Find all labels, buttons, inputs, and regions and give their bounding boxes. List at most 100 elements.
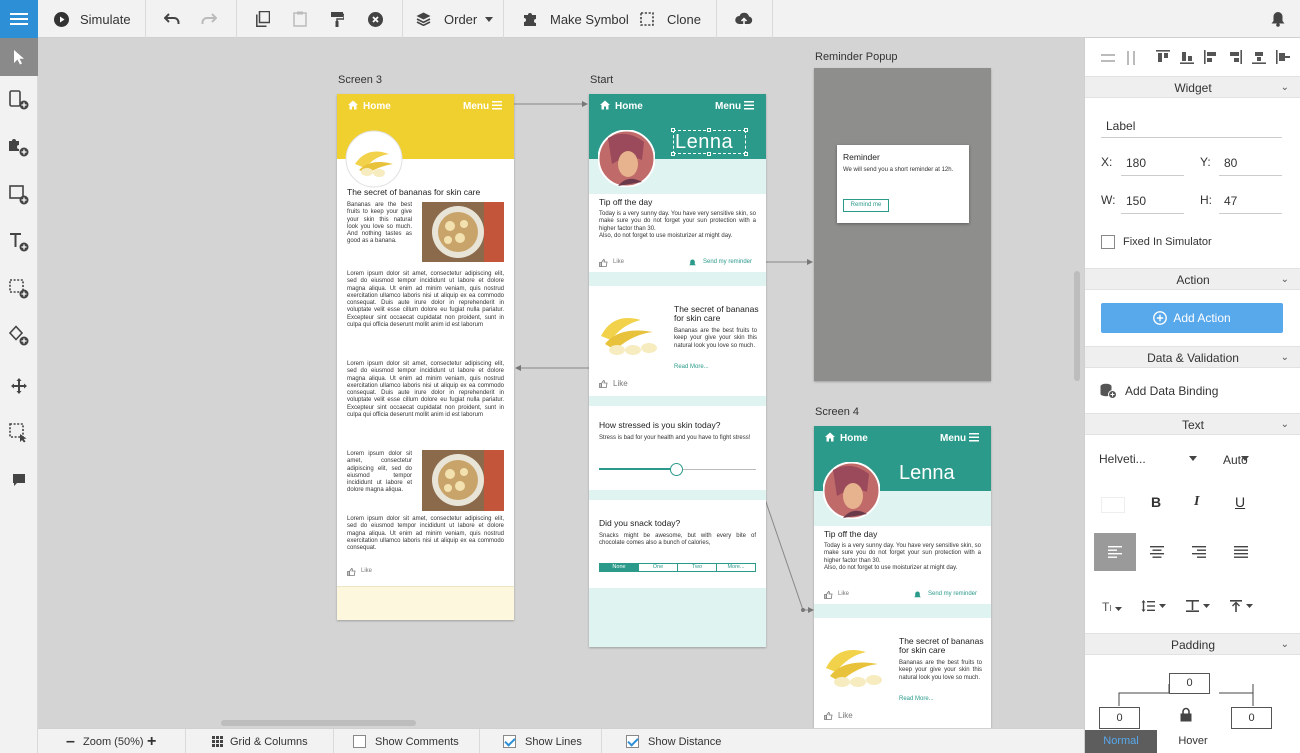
distribute-vertical-icon[interactable] xyxy=(1125,51,1137,65)
distribute-horizontal-icon[interactable] xyxy=(1101,52,1115,64)
divider xyxy=(1219,175,1282,176)
like-button[interactable]: Like xyxy=(361,568,372,574)
remind-me-button[interactable]: Remind me xyxy=(843,199,889,212)
widget-section-header[interactable]: Widget ⌄ xyxy=(1085,76,1300,98)
data-header-label: Data & Validation xyxy=(1147,351,1239,365)
underline-button[interactable]: U xyxy=(1235,494,1245,510)
read-more-link[interactable]: Read More... xyxy=(674,364,709,370)
x-input[interactable]: 180 xyxy=(1126,156,1146,170)
menu-icon xyxy=(744,101,754,110)
properties-panel: Widget ⌄ Label X: 180 Y: 80 W: 150 H: 47 … xyxy=(1084,38,1300,753)
line-height-dropdown[interactable] xyxy=(1141,600,1166,612)
show-comments-toggle[interactable]: Show Comments xyxy=(353,729,459,753)
align-left-text-button[interactable] xyxy=(1094,533,1136,571)
widget-label-field[interactable]: Label xyxy=(1106,119,1135,133)
text-align-center-icon[interactable] xyxy=(1150,546,1164,558)
show-lines-checkbox[interactable] xyxy=(503,735,516,748)
home-link[interactable]: Home xyxy=(615,101,643,112)
add-action-label: Add Action xyxy=(1173,311,1231,325)
show-distance-checkbox[interactable] xyxy=(626,735,639,748)
text-justify-icon[interactable] xyxy=(1234,546,1248,558)
padding-top-input[interactable]: 0 xyxy=(1169,673,1210,694)
text-section-header[interactable]: Text ⌄ xyxy=(1085,413,1300,435)
home-link[interactable]: Home xyxy=(840,433,868,444)
reminder-popup-screen[interactable]: Reminder We will send you a short remind… xyxy=(814,68,991,381)
tip-title: Tip off the day xyxy=(599,197,653,207)
padding-right-input[interactable]: 0 xyxy=(1231,707,1272,729)
padding-left-input[interactable]: 0 xyxy=(1099,707,1140,729)
y-input[interactable]: 80 xyxy=(1224,156,1237,170)
show-lines-toggle[interactable]: Show Lines xyxy=(503,729,582,753)
alignment-toolbar xyxy=(1085,38,1300,78)
resize-handle[interactable] xyxy=(707,128,711,132)
w-input[interactable]: 150 xyxy=(1126,194,1146,208)
vertical-align-dropdown[interactable] xyxy=(1186,600,1210,612)
screen3[interactable]: Home Menu The secret of bananas for skin… xyxy=(337,94,514,620)
like-button[interactable]: Like xyxy=(613,259,624,265)
lock-icon[interactable] xyxy=(1180,707,1192,722)
menu-icon xyxy=(969,433,979,442)
resize-handle[interactable] xyxy=(671,128,675,132)
tab-normal[interactable]: Normal xyxy=(1085,730,1157,753)
chevron-down-icon: ⌄ xyxy=(1280,639,1289,650)
segment-two[interactable]: Two xyxy=(677,564,716,571)
h-input[interactable]: 47 xyxy=(1224,194,1237,208)
resize-handle[interactable] xyxy=(671,152,675,156)
fixed-in-simulator-checkbox[interactable] xyxy=(1101,235,1115,249)
read-more-link[interactable]: Read More... xyxy=(899,696,934,702)
menu-link[interactable]: Menu xyxy=(940,433,966,444)
banana-text: Bananas are the best fruits to keep your… xyxy=(899,660,982,681)
segment-none[interactable]: None xyxy=(600,564,638,571)
segment-more[interactable]: More... xyxy=(716,564,755,571)
font-family-select[interactable]: Helveti... xyxy=(1099,452,1146,466)
like-button[interactable]: Like xyxy=(838,591,849,597)
data-validation-section-header[interactable]: Data & Validation ⌄ xyxy=(1085,346,1300,368)
italic-button[interactable]: I xyxy=(1194,494,1199,510)
selected-name-label[interactable]: Lenna xyxy=(673,130,746,154)
resize-handle[interactable] xyxy=(744,152,748,156)
send-reminder-link[interactable]: Send my reminder xyxy=(928,591,977,597)
text-transform-dropdown[interactable]: TI xyxy=(1102,600,1122,614)
align-center-horizontal-icon[interactable] xyxy=(1276,50,1290,64)
menu-link[interactable]: Menu xyxy=(463,101,489,112)
add-data-binding-link[interactable]: Add Data Binding xyxy=(1125,384,1218,398)
action-section-header[interactable]: Action ⌄ xyxy=(1085,268,1300,290)
resize-handle[interactable] xyxy=(707,152,711,156)
like-button[interactable]: Like xyxy=(613,379,628,388)
bold-button[interactable]: B xyxy=(1151,494,1161,510)
tab-hover[interactable]: Hover xyxy=(1157,730,1229,753)
snack-card: Did you snack today? Snacks might be awe… xyxy=(589,500,766,588)
screen3-label: Screen 3 xyxy=(338,74,383,86)
tip-card: Tip off the day Today is a very sunny da… xyxy=(589,194,766,272)
segment-one[interactable]: One xyxy=(638,564,677,571)
menu-link[interactable]: Menu xyxy=(715,101,741,112)
zoom-level[interactable]: Zoom (50%) xyxy=(83,729,144,753)
text-color-swatch[interactable] xyxy=(1101,497,1125,513)
show-distance-toggle[interactable]: Show Distance xyxy=(626,729,721,753)
zoom-in-button[interactable]: + xyxy=(147,729,156,753)
divider xyxy=(185,729,186,753)
w-label: W: xyxy=(1101,193,1116,207)
resize-handle[interactable] xyxy=(744,128,748,132)
align-bottom-icon[interactable] xyxy=(1180,50,1194,64)
show-comments-checkbox[interactable] xyxy=(353,735,366,748)
align-center-vertical-icon[interactable] xyxy=(1252,50,1266,64)
stress-slider-thumb[interactable] xyxy=(670,463,683,476)
grid-columns-button[interactable]: Grid & Columns xyxy=(212,729,308,753)
vertical-position-dropdown[interactable] xyxy=(1230,600,1253,612)
bell-icon xyxy=(689,259,696,266)
send-reminder-link[interactable]: Send my reminder xyxy=(703,259,752,265)
banana-title: The secret of bananas for skin care xyxy=(899,636,984,655)
align-left-icon[interactable] xyxy=(1204,50,1218,64)
like-button[interactable]: Like xyxy=(838,711,853,720)
zoom-out-button[interactable]: – xyxy=(66,729,75,753)
align-top-icon[interactable] xyxy=(1156,50,1170,64)
snack-title: Did you snack today? xyxy=(599,518,681,528)
home-link[interactable]: Home xyxy=(363,101,391,112)
screen4[interactable]: Home Menu Lenna Tip off the day Today is… xyxy=(814,426,991,728)
align-right-icon[interactable] xyxy=(1228,50,1242,64)
start-screen[interactable]: Home Menu Lenna Tip off the day Today is… xyxy=(589,94,766,647)
padding-section-header[interactable]: Padding ⌄ xyxy=(1085,633,1300,655)
add-action-button[interactable]: Add Action xyxy=(1101,303,1283,333)
text-align-right-icon[interactable] xyxy=(1192,546,1206,558)
